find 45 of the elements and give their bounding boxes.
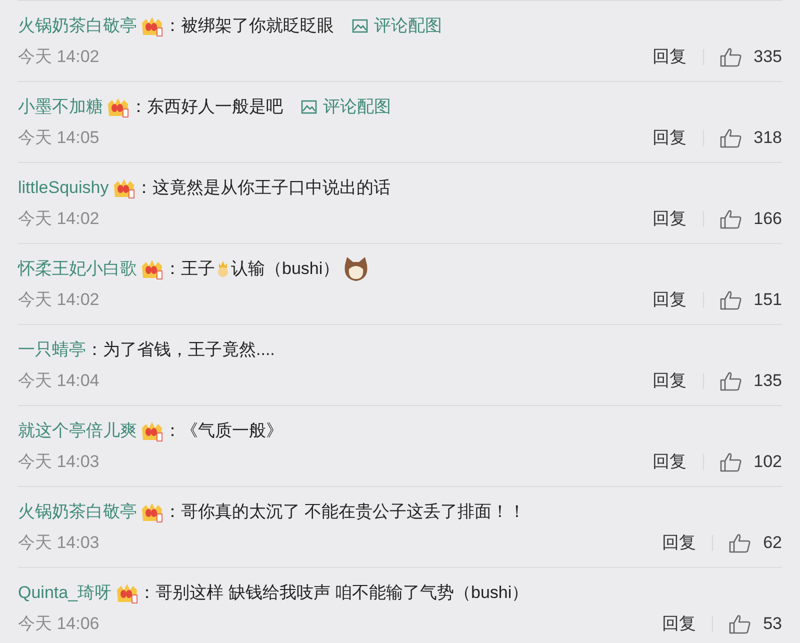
prince-emoji-icon — [217, 260, 229, 278]
thumbs-up-icon — [729, 614, 752, 634]
comment-text: ：这竟然是从你王子口中说出的话 — [136, 177, 391, 200]
reply-button[interactable]: 回复 — [662, 611, 696, 637]
reply-button[interactable]: 回复 — [652, 44, 687, 70]
comment-text: ：王子 — [164, 258, 215, 280]
like-button[interactable]: 135 — [720, 368, 782, 394]
reply-button[interactable]: 回复 — [662, 530, 696, 556]
reply-button[interactable]: 回复 — [652, 449, 687, 475]
timestamp: 今天 14:06 — [18, 613, 100, 636]
comment-text: ：东西好人一般是吧 — [130, 96, 283, 118]
like-button[interactable]: 62 — [729, 530, 782, 556]
comment-text: ：哥别这样 缺钱给我吱声 咱不能输了气势（bushi） — [138, 582, 529, 604]
comment-text: ：被绑架了你就眨眨眼 — [164, 15, 334, 38]
like-button[interactable]: 151 — [720, 287, 782, 313]
like-button[interactable]: 318 — [720, 125, 782, 151]
timestamp: 今天 14:02 — [18, 208, 100, 230]
thumbs-up-icon — [720, 209, 742, 229]
like-button[interactable]: 335 — [720, 44, 782, 70]
comment-text: ：为了省钱，王子竟然.... — [86, 339, 275, 362]
timestamp: 今天 14:05 — [18, 127, 100, 150]
timestamp: 今天 14:04 — [18, 370, 100, 392]
like-button[interactable]: 102 — [720, 449, 782, 475]
thumbs-up-icon — [720, 371, 742, 391]
reply-button[interactable]: 回复 — [652, 125, 687, 151]
comment-text: ：《气质一般》 — [164, 420, 283, 442]
comment-text: 认输（bushi） — [231, 258, 340, 280]
image-icon — [301, 100, 317, 114]
timestamp: 今天 14:03 — [18, 532, 100, 554]
like-button[interactable]: 53 — [729, 611, 782, 637]
cat-sticker-icon — [342, 255, 370, 283]
thumbs-up-icon — [720, 47, 742, 67]
thumbs-up-icon — [720, 290, 742, 310]
reply-button[interactable]: 回复 — [652, 287, 687, 313]
comment-text: ：哥你真的太沉了 不能在贵公子这丢了排面！！ — [164, 501, 526, 524]
thumbs-up-icon — [729, 533, 752, 553]
timestamp: 今天 14:02 — [18, 46, 100, 68]
thumbs-up-icon — [720, 128, 742, 148]
thumbs-up-icon — [720, 452, 742, 472]
image-icon — [352, 19, 368, 33]
like-button[interactable]: 166 — [720, 206, 782, 232]
timestamp: 今天 14:02 — [18, 289, 100, 312]
reply-button[interactable]: 回复 — [652, 368, 687, 394]
timestamp: 今天 14:03 — [18, 451, 100, 474]
reply-button[interactable]: 回复 — [652, 206, 687, 232]
